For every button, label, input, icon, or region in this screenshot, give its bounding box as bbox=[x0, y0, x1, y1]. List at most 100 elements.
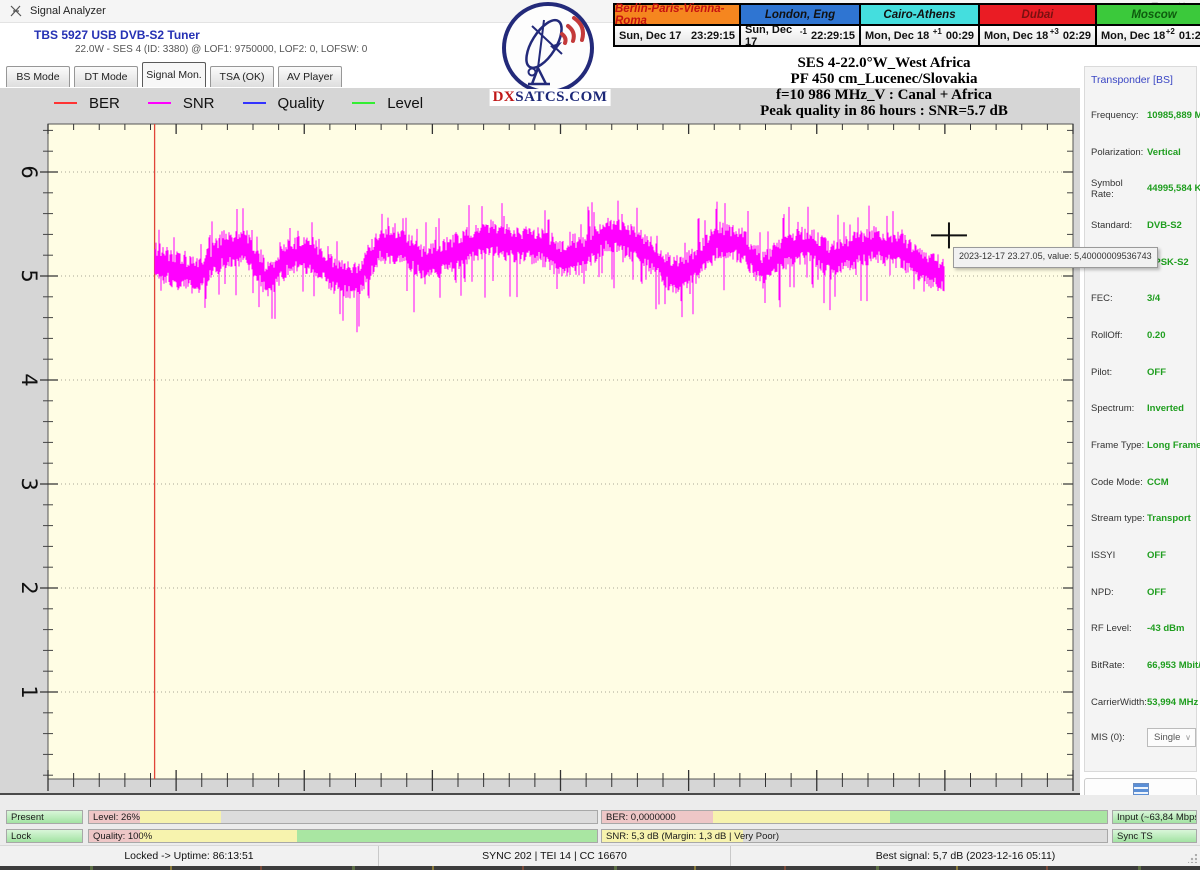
clock-utc-offset: +2 bbox=[1166, 27, 1175, 36]
transponder-value: Vertical bbox=[1147, 147, 1181, 158]
chart-title: SES 4-22.0°W_West AfricaPF 450 cm_Lucene… bbox=[688, 55, 1080, 119]
transponder-row: Pilot:OFF bbox=[1085, 354, 1196, 391]
clock-time-cell: Sun, Dec 17-122:29:15 bbox=[741, 24, 859, 45]
transponder-label: CarrierWidth: bbox=[1091, 697, 1147, 708]
level-label: Level: 26% bbox=[93, 812, 140, 823]
transponder-label: Standard: bbox=[1091, 220, 1147, 231]
mis-row: MIS (0): Single ∨ bbox=[1085, 723, 1196, 753]
transponder-row: Frequency:10985,889 MHz bbox=[1085, 97, 1196, 134]
chart-title-line: f=10 986 MHz_V : Canal + Africa bbox=[688, 87, 1080, 103]
clock-city-header: Berlin-Paris-Vienna-Roma bbox=[615, 5, 739, 24]
lock-indicator: Lock bbox=[6, 829, 83, 843]
input-label: Input (~63,84 Mbps) bbox=[1117, 812, 1197, 823]
transponder-label: Pilot: bbox=[1091, 367, 1147, 378]
sync-indicator: Sync TS bbox=[1112, 829, 1197, 843]
sync-label: Sync TS bbox=[1117, 831, 1153, 842]
tab-av-player[interactable]: AV Player bbox=[278, 66, 342, 87]
satellite-dish-icon bbox=[9, 4, 23, 18]
tab-signal-mon-[interactable]: Signal Mon. bbox=[142, 62, 206, 87]
snr-label: SNR: 5,3 dB (Margin: 1,3 dB | Very Poor) bbox=[606, 831, 779, 842]
y-axis-label: 5 bbox=[17, 269, 41, 282]
legend-label: Quality bbox=[278, 95, 325, 112]
legend-item-snr: SNR bbox=[148, 95, 215, 112]
legend-item-ber: BER bbox=[54, 95, 120, 112]
chart-title-line: PF 450 cm_Lucenec/Slovakia bbox=[688, 71, 1080, 87]
transponder-row: Polarization:Vertical bbox=[1085, 134, 1196, 171]
tab-tsa-ok-[interactable]: TSA (OK) bbox=[210, 66, 274, 87]
transponder-row: Standard:DVB-S2 bbox=[1085, 207, 1196, 244]
meter-fill-segment bbox=[140, 811, 221, 823]
present-indicator: Present bbox=[6, 810, 83, 824]
signal-analyzer-window: Signal Analyzer –▢✕ TBS 5927 USB DVB-S2 … bbox=[0, 0, 1200, 870]
transponder-label: Stream type: bbox=[1091, 513, 1147, 524]
transponder-value: -43 dBm bbox=[1147, 623, 1184, 634]
transponder-row: Symbol Rate:44995,584 KS/s bbox=[1085, 170, 1196, 207]
transponder-row: FEC:3/4 bbox=[1085, 280, 1196, 317]
clock-time-cell: Mon, Dec 18+100:29 bbox=[861, 24, 978, 45]
legend-quality-swatch bbox=[243, 102, 266, 104]
tab-bs-mode[interactable]: BS Mode bbox=[6, 66, 70, 87]
transponder-row: RollOff:0.20 bbox=[1085, 317, 1196, 354]
transponder-row: ISSYIOFF bbox=[1085, 537, 1196, 574]
clock-time-cell: Mon, Dec 18+201:29 bbox=[1097, 24, 1200, 45]
clock-time-cell: Sun, Dec 17 23:29:15 bbox=[615, 24, 739, 45]
resize-grip[interactable] bbox=[1188, 854, 1197, 863]
transponder-value: Long Frame bbox=[1147, 440, 1200, 451]
clock-time: 22:29:15 bbox=[811, 30, 855, 42]
clock-date: Sun, Dec 17 bbox=[619, 30, 681, 42]
lock-label: Lock bbox=[11, 831, 31, 842]
clock-time: 23:29:15 bbox=[691, 30, 735, 42]
ber-label: BER: 0,0000000 bbox=[606, 812, 676, 823]
tab-dt-mode[interactable]: DT Mode bbox=[74, 66, 138, 87]
mode-tabs: BS ModeDT ModeSignal Mon.TSA (OK)AV Play… bbox=[6, 63, 342, 87]
transponder-label: BitRate: bbox=[1091, 660, 1147, 671]
clock-utc-offset: +3 bbox=[1050, 27, 1059, 36]
transponder-label: Code Mode: bbox=[1091, 477, 1147, 488]
transponder-row: Stream type:Transport bbox=[1085, 501, 1196, 538]
transponder-value: 53,994 MHz bbox=[1147, 697, 1198, 708]
dxsatcs-logo: DXSATCS.COM bbox=[488, 0, 612, 110]
y-axis-label: 1 bbox=[17, 685, 41, 698]
ber-meter: BER: 0,0000000 bbox=[601, 810, 1108, 824]
mis-dropdown[interactable]: Single ∨ bbox=[1147, 728, 1196, 747]
chart-region: 123456 bbox=[0, 118, 1080, 795]
level-meter: Level: 26% bbox=[88, 810, 598, 824]
meter-fill-segment bbox=[140, 830, 297, 842]
clock-date: Sun, Dec 17 bbox=[745, 24, 800, 48]
transponder-label: Frame Type: bbox=[1091, 440, 1147, 451]
legend-item-quality: Quality bbox=[243, 95, 325, 112]
snr-meter: SNR: 5,3 dB (Margin: 1,3 dB | Very Poor) bbox=[601, 829, 1108, 843]
transponder-value: 0.20 bbox=[1147, 330, 1166, 341]
transponder-row: RF Level:-43 dBm bbox=[1085, 611, 1196, 648]
tuner-details: 22.0W - SES 4 (ID: 3380) @ LOF1: 9750000… bbox=[75, 44, 367, 55]
logo-text: DXSATCS.COM bbox=[490, 89, 611, 106]
clock-city-header: Dubai bbox=[980, 5, 1095, 24]
statusbar-best-signal: Best signal: 5,7 dB (2023-12-16 05:11) bbox=[730, 846, 1200, 866]
meter-fill-segment bbox=[297, 830, 597, 842]
meter-fill-segment bbox=[890, 811, 1107, 823]
transponder-value: OFF bbox=[1147, 367, 1166, 378]
legend-item-level: Level bbox=[352, 95, 423, 112]
input-indicator: Input (~63,84 Mbps) bbox=[1112, 810, 1197, 824]
chart-title-line: SES 4-22.0°W_West Africa bbox=[688, 55, 1080, 71]
transponder-panel: Transponder [BS] Frequency:10985,889 MHz… bbox=[1084, 66, 1197, 772]
clock-time: 00:29 bbox=[946, 30, 974, 42]
monitor-bars: Present Level: 26% BER: 0,0000000 Input (~6… bbox=[0, 795, 1200, 845]
clock-time-cell: Mon, Dec 18+302:29 bbox=[980, 24, 1095, 45]
statusbar-sync: SYNC 202 | TEI 14 | CC 16670 bbox=[378, 846, 730, 866]
transponder-label: Frequency: bbox=[1091, 110, 1147, 121]
transponder-value: 3/4 bbox=[1147, 293, 1160, 304]
chart-tooltip: 2023-12-17 23.27.05, value: 5,4000000953… bbox=[953, 247, 1158, 268]
legend-label: BER bbox=[89, 95, 120, 112]
clock-column: London, EngSun, Dec 17-122:29:15 bbox=[739, 5, 859, 45]
y-axis-label: 2 bbox=[17, 581, 41, 594]
plot-area bbox=[48, 124, 1073, 779]
signal-chart[interactable]: 123456 bbox=[0, 118, 1080, 795]
transponder-value: CCM bbox=[1147, 477, 1169, 488]
transponder-panel-title: Transponder [BS] bbox=[1091, 74, 1196, 86]
clock-date: Mon, Dec 18 bbox=[865, 30, 929, 42]
clock-city-header: London, Eng bbox=[741, 5, 859, 24]
transponder-row: Frame Type:Long Frame bbox=[1085, 427, 1196, 464]
transponder-row: Code Mode:CCM bbox=[1085, 464, 1196, 501]
legend-label: Level bbox=[387, 95, 423, 112]
